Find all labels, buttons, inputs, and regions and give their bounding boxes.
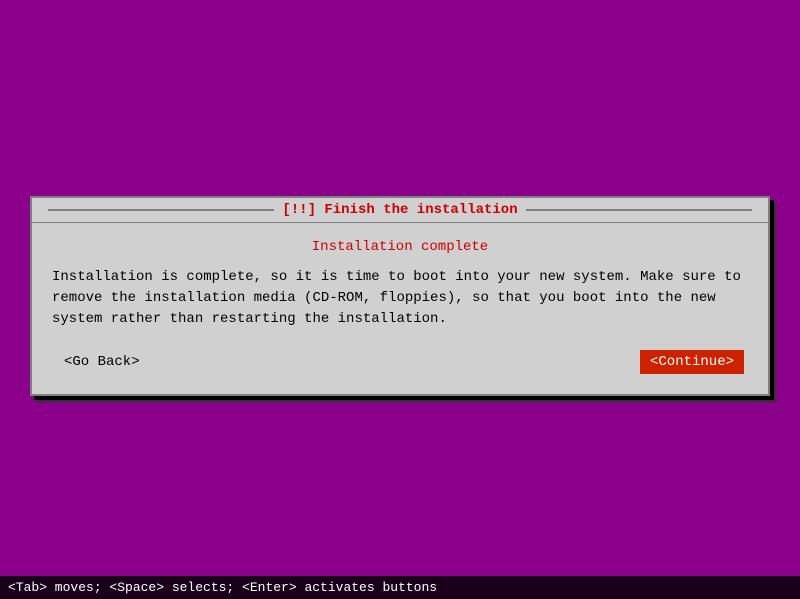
description-text: Installation is complete, so it is time … [52, 267, 748, 330]
go-back-button[interactable]: <Go Back> [56, 350, 148, 374]
dialog-title: [!!] Finish the installation [282, 202, 517, 218]
title-bar: [!!] Finish the installation [32, 198, 768, 223]
status-bar-text: <Tab> moves; <Space> selects; <Enter> ac… [8, 580, 437, 595]
dialog-box: [!!] Finish the installation Installatio… [30, 196, 770, 396]
status-bar: <Tab> moves; <Space> selects; <Enter> ac… [0, 576, 800, 599]
dialog-content: Installation complete Installation is co… [32, 223, 768, 394]
dialog-container: [!!] Finish the installation Installatio… [30, 196, 770, 396]
button-row: <Go Back> <Continue> [52, 350, 748, 374]
continue-button[interactable]: <Continue> [640, 350, 744, 374]
status-message: Installation complete [52, 239, 748, 255]
